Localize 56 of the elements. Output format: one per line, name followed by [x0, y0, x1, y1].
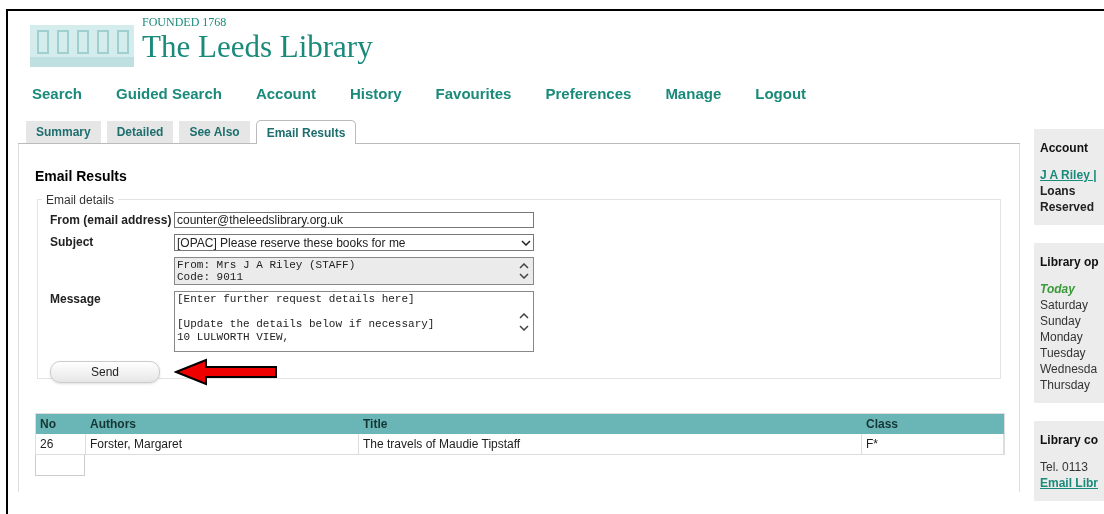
sidebar-heading: Library co — [1040, 432, 1100, 449]
tab[interactable]: Detailed — [106, 121, 174, 143]
sidebar-heading: Account — [1040, 140, 1089, 157]
send-button[interactable]: Send — [50, 361, 160, 383]
nav-link[interactable]: Guided Search — [116, 83, 222, 107]
sender-info-line: Code: 9011 — [177, 271, 244, 283]
table-cell: Forster, Margaret — [86, 434, 359, 454]
nav-link[interactable]: Favourites — [435, 83, 512, 107]
sidebar-item: Loans — [1040, 184, 1077, 199]
sidebar-item[interactable]: Email Libr — [1040, 476, 1104, 491]
sidebar-item[interactable]: J A Riley | — [1040, 168, 1104, 183]
sidebar-item: Today — [1040, 282, 1077, 297]
nav-link[interactable]: Search — [32, 83, 83, 107]
tab[interactable]: Summary — [26, 121, 101, 143]
tab[interactable]: See Also — [179, 121, 250, 143]
sidebar-item: Saturday — [1040, 298, 1090, 313]
tab[interactable]: Email Results — [255, 120, 357, 144]
empty-table-cell — [35, 455, 85, 476]
nav-link[interactable]: Manage — [665, 83, 722, 107]
founded-text: FOUNDED 1768 — [142, 16, 228, 29]
message-line: [Update the details below if necessary] — [177, 318, 435, 331]
field-label: From (email address) — [50, 212, 173, 228]
message-line: 10 LULWORTH VIEW, — [177, 330, 291, 343]
nav-link[interactable]: Account — [255, 83, 316, 107]
nav-link[interactable]: Preferences — [545, 83, 632, 107]
email-input[interactable]: counter@theleedslibrary.org.uk — [174, 212, 534, 228]
table-cell: The travels of Maudie Tipstaff — [359, 434, 862, 454]
sidebar-item: Monday — [1040, 330, 1084, 345]
column-header: Authors — [89, 416, 137, 433]
column-header: Class — [865, 416, 900, 433]
message-line: [Enter further request details here] — [177, 293, 416, 306]
column-header: Title — [362, 416, 389, 433]
panel-heading: Email Results — [35, 167, 128, 186]
column-header: No — [39, 416, 57, 433]
message-textarea[interactable]: [Enter further request details here] [Update the details below if necessary] 10 LULWORTH VIEW, — [174, 291, 534, 352]
sidebar-item: Reserved — [1040, 200, 1096, 215]
sidebar-item: Tel. 0113 — [1040, 460, 1089, 475]
sidebar-heading: Library op — [1040, 254, 1100, 271]
subject-select[interactable]: [OPAC] Please reserve these books for me — [174, 234, 534, 251]
library-title: The Leeds Library — [142, 28, 373, 67]
scroll-up-icon — [519, 312, 529, 319]
sender-info-line: From: Mrs J A Riley (STAFF) — [177, 259, 356, 271]
table-cell: 26 — [36, 434, 86, 454]
chevron-down-icon — [521, 239, 531, 246]
sidebar-item: Thursday — [1040, 378, 1092, 393]
scroll-down-icon — [519, 324, 529, 331]
nav-link[interactable]: History — [349, 83, 402, 107]
field-label: Message — [50, 291, 102, 308]
scroll-up-icon — [519, 263, 529, 269]
sidebar-item: Tuesday — [1040, 346, 1087, 361]
table-cell: F* — [862, 434, 1004, 454]
field-label: Subject — [50, 234, 95, 251]
sidebar-item: Sunday — [1040, 314, 1082, 329]
sidebar-item: Wednesda — [1040, 362, 1099, 377]
scroll-down-icon — [519, 273, 529, 279]
nav-link[interactable]: Logout — [755, 83, 807, 107]
